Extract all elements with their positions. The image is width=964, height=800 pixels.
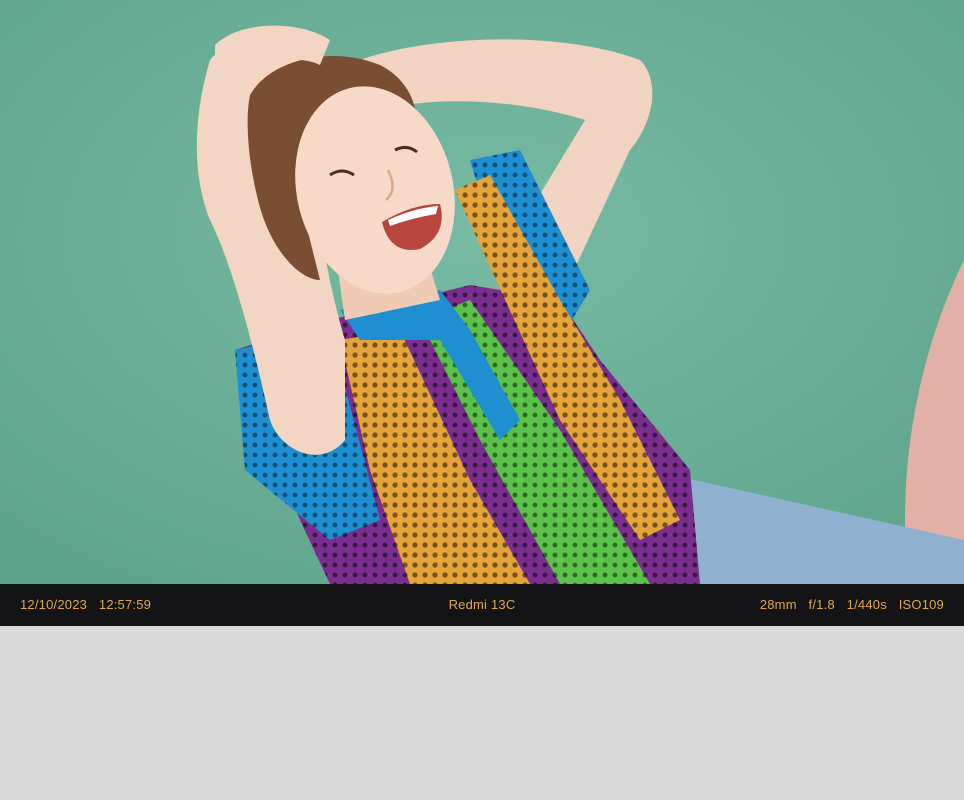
aperture: f/1.8 [808, 597, 835, 612]
photo-info-bar: 12/10/2023 12:57:59 Redmi 13C 28mm f/1.8… [0, 584, 964, 626]
exif-info: 28mm f/1.8 1/440s ISO109 [760, 584, 944, 626]
focal-length: 28mm [759, 597, 797, 612]
photo-viewer: 12/10/2023 12:57:59 Redmi 13C 28mm f/1.8… [0, 0, 964, 800]
empty-canvas-area [0, 626, 964, 800]
iso: ISO109 [898, 597, 944, 612]
shutter-speed: 1/440s [846, 597, 887, 612]
photo [0, 0, 964, 584]
